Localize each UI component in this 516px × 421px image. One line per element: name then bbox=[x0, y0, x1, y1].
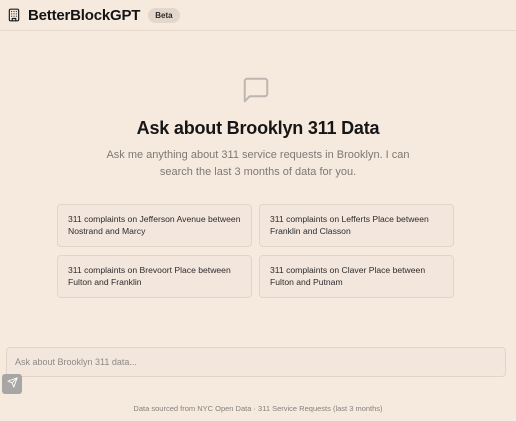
suggestion-card[interactable]: 311 complaints on Jefferson Avenue betwe… bbox=[57, 204, 252, 247]
suggestion-card[interactable]: 311 complaints on Lefferts Place between… bbox=[259, 204, 454, 247]
footer-note: Data sourced from NYC Open Data · 311 Se… bbox=[133, 404, 383, 413]
send-button[interactable] bbox=[2, 374, 22, 394]
building-icon bbox=[7, 8, 21, 22]
app-header: BetterBlockGPT Beta bbox=[0, 0, 516, 31]
page-title: Ask about Brooklyn 311 Data bbox=[136, 118, 380, 138]
suggestion-card[interactable]: 311 complaints on Brevoort Place between… bbox=[57, 255, 252, 298]
message-square-icon bbox=[241, 75, 271, 105]
chat-input[interactable] bbox=[6, 347, 506, 377]
page-subtitle: Ask me anything about 311 service reques… bbox=[106, 149, 410, 178]
app-title: BetterBlockGPT bbox=[28, 6, 141, 24]
beta-badge: Beta bbox=[148, 7, 180, 23]
send-icon bbox=[6, 375, 18, 393]
suggestion-card[interactable]: 311 complaints on Claver Place between F… bbox=[259, 255, 454, 298]
